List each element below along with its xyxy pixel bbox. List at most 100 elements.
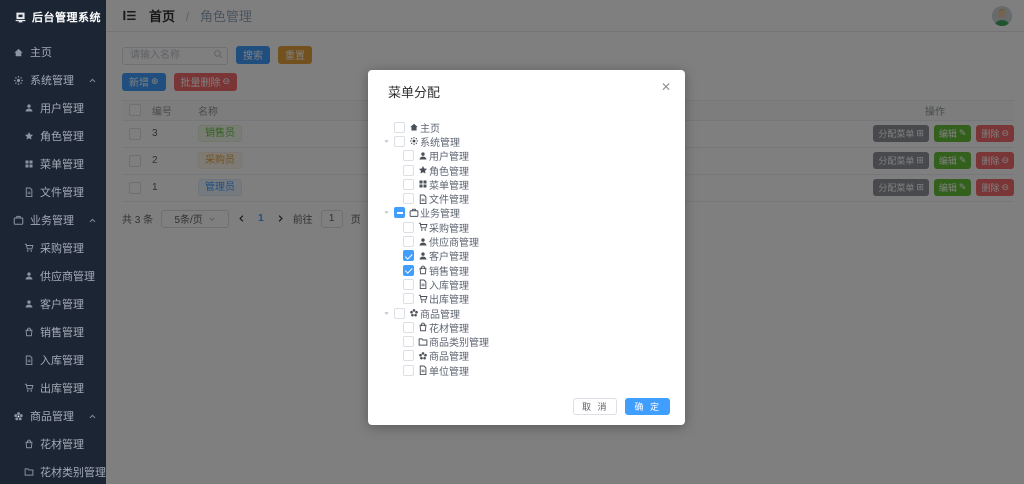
- flower-icon: [419, 351, 427, 360]
- tree-checkbox[interactable]: [403, 236, 414, 248]
- cancel-button[interactable]: 取 消: [572, 398, 618, 415]
- sidebar-item-采购管理[interactable]: 采购管理: [0, 234, 106, 262]
- tree-node-label: 系统管理: [420, 137, 460, 149]
- caret-down-icon[interactable]: [383, 209, 390, 216]
- sidebar-item-文件管理[interactable]: 文件管理: [0, 178, 106, 206]
- tree-node-label: 销售管理: [429, 266, 469, 278]
- cart-icon: [418, 223, 428, 231]
- bag-icon: [419, 265, 427, 275]
- tree-checkbox[interactable]: [403, 364, 414, 376]
- menu-assign-dialog: 菜单分配 ✕ 主页 系统管理 用户管理 角色管理 菜单管理 文件管理 业务管理 采购管理 供应商…: [368, 70, 685, 425]
- tree-node-label: 采购管理: [429, 223, 469, 235]
- tree-node-采购管理[interactable]: 采购管理: [368, 220, 685, 235]
- app-window: 后台管理系统 主页 系统管理 用户管理 角色管理 菜单管理 文件管理 业务管理 采购管理 供应商…: [0, 0, 1024, 484]
- tree-checkbox[interactable]: [403, 221, 414, 233]
- app-logo: 后台管理系统: [0, 0, 106, 34]
- sidebar-item-入库管理[interactable]: 入库管理: [0, 346, 106, 374]
- tree-node-label: 业务管理: [420, 209, 460, 221]
- tree-checkbox[interactable]: [394, 207, 405, 219]
- tree-checkbox[interactable]: [403, 264, 414, 276]
- star-icon: [25, 132, 33, 140]
- grid-icon: [25, 160, 33, 168]
- dialog-footer: 取 消 确 定: [572, 398, 670, 415]
- user-icon: [419, 237, 427, 246]
- sidebar-item-出库管理[interactable]: 出库管理: [0, 374, 106, 402]
- tree-checkbox[interactable]: [403, 164, 414, 176]
- tree-node-主页[interactable]: 主页: [368, 120, 685, 135]
- tree-checkbox[interactable]: [403, 178, 414, 190]
- close-icon[interactable]: ✕: [661, 81, 671, 93]
- tree-checkbox[interactable]: [394, 121, 405, 133]
- sidebar-item-label: 出库管理: [40, 383, 84, 395]
- caret-down-icon[interactable]: [383, 138, 390, 145]
- tree-node-入库管理[interactable]: 入库管理: [368, 277, 685, 292]
- tree-node-label: 文件管理: [429, 195, 469, 207]
- chevron-up-icon: [89, 218, 96, 222]
- tree-node-label: 供应商管理: [429, 238, 479, 250]
- user-icon: [419, 152, 427, 160]
- user-icon: [419, 252, 427, 260]
- tree-checkbox[interactable]: [394, 307, 405, 319]
- tree-checkbox[interactable]: [403, 250, 414, 262]
- tree-node-供应商管理[interactable]: 供应商管理: [368, 234, 685, 250]
- tree-node-商品类别管理[interactable]: 商品类别管理: [368, 334, 685, 349]
- tree-checkbox[interactable]: [403, 293, 414, 305]
- sidebar-item-业务管理[interactable]: 业务管理: [0, 206, 106, 234]
- sidebar-item-供应商管理[interactable]: 供应商管理: [0, 262, 106, 290]
- grid-icon: [419, 180, 427, 188]
- tree-node-文件管理[interactable]: 文件管理: [368, 191, 685, 207]
- sidebar-item-菜单管理[interactable]: 菜单管理: [0, 150, 106, 178]
- sidebar-item-label: 文件管理: [40, 187, 84, 199]
- sidebar-item-系统管理[interactable]: 系统管理: [0, 66, 106, 94]
- gear-icon: [410, 137, 418, 146]
- tree-node-系统管理[interactable]: 系统管理: [368, 134, 685, 149]
- tree-node-label: 出库管理: [429, 295, 469, 307]
- tree-node-业务管理[interactable]: 业务管理: [368, 206, 685, 220]
- sidebar-item-label: 供应商管理: [40, 271, 95, 283]
- tree-node-用户管理[interactable]: 用户管理: [368, 149, 685, 163]
- sidebar-item-花材类别管理[interactable]: 花材类别管理: [0, 458, 106, 484]
- tree-node-商品管理[interactable]: 商品管理: [368, 306, 685, 321]
- sidebar-item-销售管理[interactable]: 销售管理: [0, 318, 106, 346]
- tree-node-出库管理[interactable]: 出库管理: [368, 292, 685, 306]
- sidebar-item-用户管理[interactable]: 用户管理: [0, 94, 106, 122]
- tree-node-花材管理[interactable]: 花材管理: [368, 320, 685, 335]
- tree-node-客户管理[interactable]: 客户管理: [368, 249, 685, 263]
- tree-node-角色管理[interactable]: 角色管理: [368, 163, 685, 178]
- tree-checkbox[interactable]: [403, 150, 414, 162]
- chevron-up-icon: [89, 78, 96, 82]
- caret-down-icon[interactable]: [383, 310, 390, 317]
- tree-node-单位管理[interactable]: 单位管理: [368, 363, 685, 378]
- chevron-up-icon: [89, 414, 96, 418]
- tree-checkbox[interactable]: [403, 321, 414, 333]
- sidebar-item-商品管理[interactable]: 商品管理: [0, 402, 106, 430]
- bag-icon: [25, 439, 33, 449]
- tree-node-label: 花材管理: [429, 323, 469, 335]
- doc-icon: [25, 187, 33, 197]
- sidebar-item-客户管理[interactable]: 客户管理: [0, 290, 106, 318]
- sidebar-item-label: 商品管理: [30, 411, 74, 423]
- briefcase-icon: [409, 208, 419, 217]
- tree-checkbox[interactable]: [403, 350, 414, 362]
- sidebar-item-label: 花材管理: [40, 439, 84, 451]
- sidebar-item-主页[interactable]: 主页: [0, 38, 106, 66]
- gear-icon: [14, 75, 23, 85]
- doc-icon: [25, 355, 33, 365]
- tree-node-label: 菜单管理: [429, 180, 469, 192]
- sidebar-nav: 主页 系统管理 用户管理 角色管理 菜单管理文件管理业务管理 采购管理供应商管理客户管理销…: [0, 34, 106, 484]
- sidebar-item-label: 花材类别管理: [40, 467, 106, 479]
- tree-node-label: 商品管理: [429, 352, 469, 364]
- user-icon: [25, 300, 33, 308]
- tree-checkbox[interactable]: [403, 278, 414, 290]
- tree-node-商品管理[interactable]: 商品管理: [368, 349, 685, 363]
- confirm-button[interactable]: 确 定: [625, 398, 670, 415]
- tree-node-label: 单位管理: [429, 366, 469, 378]
- tree-checkbox[interactable]: [394, 135, 405, 147]
- tree-node-菜单管理[interactable]: 菜单管理: [368, 177, 685, 192]
- sidebar-item-label: 销售管理: [40, 327, 84, 339]
- sidebar-item-花材管理[interactable]: 花材管理: [0, 430, 106, 458]
- sidebar-item-角色管理[interactable]: 角色管理: [0, 122, 106, 150]
- tree-checkbox[interactable]: [403, 193, 414, 205]
- tree-checkbox[interactable]: [403, 336, 414, 348]
- tree-node-销售管理[interactable]: 销售管理: [368, 263, 685, 278]
